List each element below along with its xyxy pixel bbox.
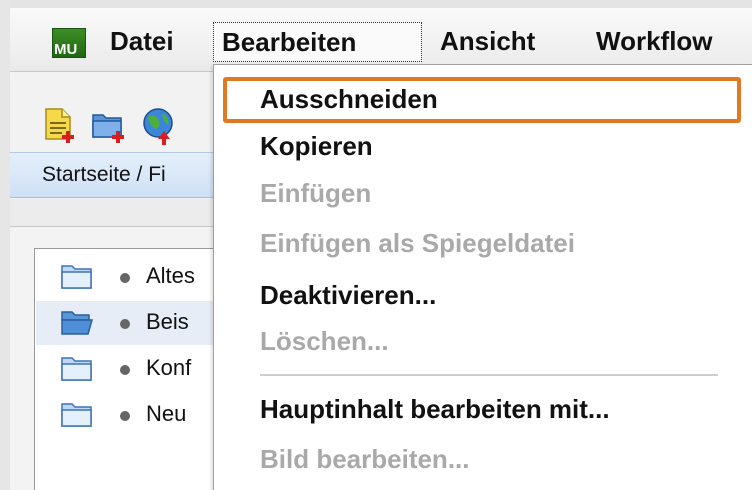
tree-item-label: Konf xyxy=(146,355,192,380)
menu-ansicht[interactable]: Ansicht xyxy=(432,22,543,62)
folder-icon xyxy=(61,403,92,427)
menu-item-hauptinhalt-bearbeiten[interactable]: Hauptinhalt bearbeiten mit... xyxy=(260,393,610,425)
globe-upload-icon[interactable] xyxy=(140,105,176,145)
menu-item-bild-bearbeiten[interactable]: Bild bearbeiten... xyxy=(260,443,470,475)
new-folder-icon[interactable] xyxy=(90,105,126,145)
folder-icon xyxy=(61,265,92,289)
tree-item-label: Neu xyxy=(146,401,187,426)
menu-item-einfuegen-spiegeldatei[interactable]: Einfügen als Spiegeldatei xyxy=(260,227,575,259)
new-document-icon[interactable] xyxy=(40,105,76,145)
tree-item-label: Beis xyxy=(146,309,189,334)
menu-item-ausschneiden[interactable]: Ausschneiden xyxy=(260,83,438,115)
folder-icon xyxy=(61,357,92,381)
window-left-border xyxy=(0,0,10,490)
window-top-border xyxy=(0,0,752,8)
bullet-icon xyxy=(120,411,130,421)
menu-item-loeschen[interactable]: Löschen... xyxy=(260,325,389,357)
folder-open-icon xyxy=(61,311,93,335)
menu-separator xyxy=(260,374,718,376)
menu-bearbeiten[interactable]: Bearbeiten xyxy=(213,22,422,62)
logo-text: MU xyxy=(54,41,78,58)
menu-item-kopieren[interactable]: Kopieren xyxy=(260,130,373,162)
breadcrumb[interactable]: Startseite / Fi xyxy=(42,163,166,187)
menu-bar: MU Datei Bearbeiten Ansicht Workflow xyxy=(10,8,752,72)
bullet-icon xyxy=(120,273,130,283)
app-logo: MU xyxy=(52,28,86,58)
menu-datei[interactable]: Datei xyxy=(102,22,182,62)
menu-item-deaktivieren[interactable]: Deaktivieren... xyxy=(260,279,436,311)
menu-workflow[interactable]: Workflow xyxy=(588,22,721,62)
tree-item-label: Altes xyxy=(146,263,195,288)
edit-menu-dropdown: Ausschneiden Kopieren Einfügen Einfügen … xyxy=(213,64,752,490)
menu-item-einfuegen[interactable]: Einfügen xyxy=(260,177,371,209)
bullet-icon xyxy=(120,319,130,329)
bullet-icon xyxy=(120,365,130,375)
